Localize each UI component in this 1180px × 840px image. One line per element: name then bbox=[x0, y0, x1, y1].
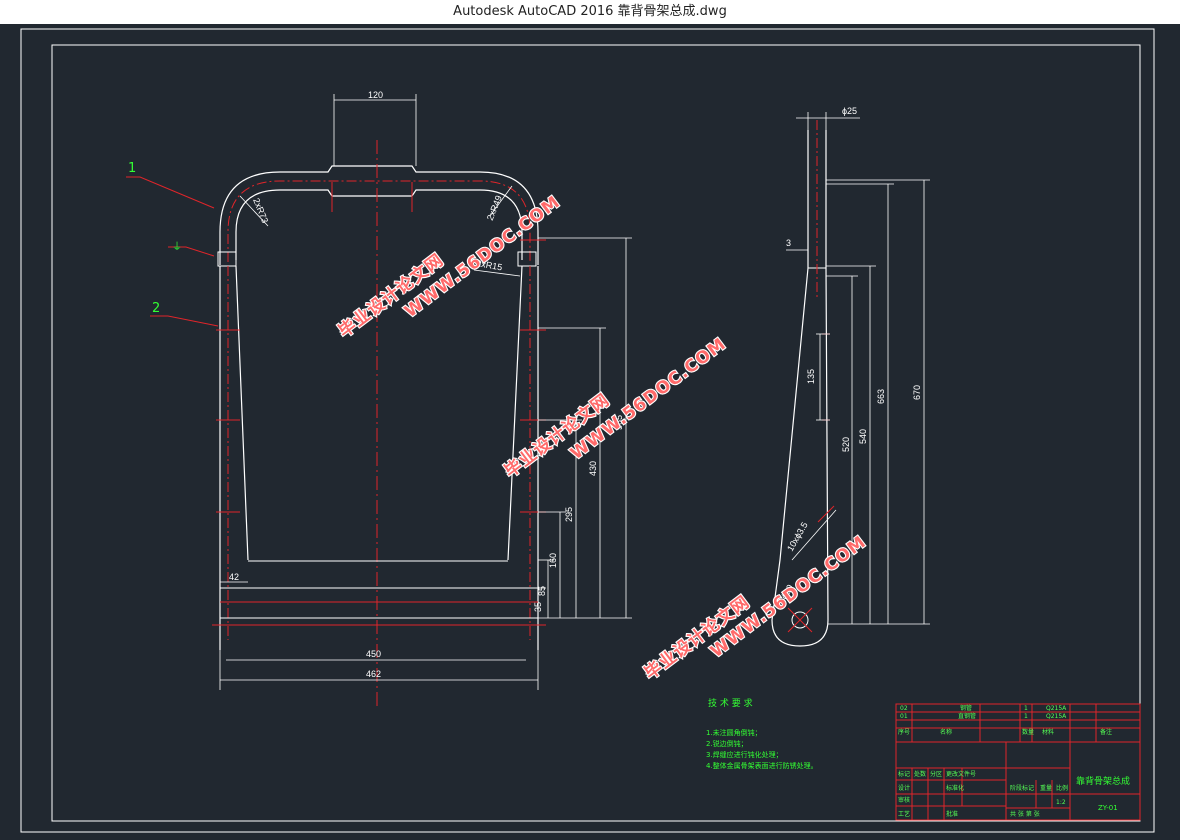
watermark-url-3: WWW.56DOC.COM bbox=[707, 532, 870, 662]
cell-count: 处数 bbox=[914, 770, 926, 778]
cell-change: 更改文件号 bbox=[946, 770, 976, 778]
dim-left-offset: 42 bbox=[229, 572, 239, 582]
weld-symbol: ⏚ bbox=[172, 241, 182, 253]
tech-title: 技 术 要 求 bbox=[708, 697, 753, 709]
right-joint bbox=[517, 251, 537, 267]
row-part-1: 钢管 bbox=[960, 704, 972, 712]
left-joint bbox=[217, 251, 237, 267]
drawing-canvas[interactable]: 120 2xR73 2xR49 2xR15 42 450 462 565 430… bbox=[0, 24, 1180, 840]
row-qty-1: 1 bbox=[1024, 705, 1028, 712]
front-view: 120 2xR73 2xR49 2xR15 42 450 462 565 430… bbox=[126, 90, 632, 710]
dim-width-inner: 450 bbox=[366, 649, 381, 659]
title-block-grid bbox=[895, 703, 1141, 821]
header-qty: 数量 bbox=[1022, 728, 1034, 736]
row-mat-1: Q215A bbox=[1046, 705, 1067, 712]
title-block: 02 钢管 1 Q215A 01 直钢管 1 Q215A 序号 名称 数量 材料… bbox=[895, 703, 1141, 821]
cell-standard: 标准化 bbox=[946, 784, 964, 792]
tech-note-1: 1.未注圆角倒钝； bbox=[706, 728, 762, 737]
dim-top-width: 120 bbox=[368, 90, 383, 100]
dim-h160: 160 bbox=[548, 553, 558, 568]
window-title-bar: Autodesk AutoCAD 2016 靠背骨架总成.dwg bbox=[0, 0, 1180, 24]
side-view: ϕ25 3 135 520 540 663 670 10xϕ3.5 ϕ20 bbox=[771, 106, 930, 647]
hole-marks bbox=[216, 182, 546, 513]
header-mat: 材料 bbox=[1042, 728, 1054, 736]
front-dimension-lines bbox=[219, 94, 632, 690]
cell-approve: 批准 bbox=[946, 810, 958, 818]
balloon-2: 2 bbox=[152, 301, 160, 316]
header-name: 名称 bbox=[940, 728, 952, 736]
technical-requirements: 技 术 要 求 1.未注圆角倒钝； 2.锐边倒钝； 3.焊缝应进行钝化处理； 4… bbox=[706, 697, 818, 770]
tech-note-4: 4.整体金属骨架表面进行防锈处理。 bbox=[706, 761, 818, 770]
dim-h135: 135 bbox=[806, 369, 816, 384]
left-side-tube bbox=[219, 265, 249, 650]
cell-mark: 标记 bbox=[898, 770, 910, 778]
cell-review: 审核 bbox=[898, 796, 910, 804]
dim-h663: 663 bbox=[876, 389, 886, 404]
dim-h35: 35 bbox=[533, 602, 543, 612]
cell-zone: 分区 bbox=[930, 770, 942, 778]
cell-scale: 比例 bbox=[1056, 784, 1068, 792]
cell-process: 工艺 bbox=[898, 810, 910, 818]
tech-note-3: 3.焊缝应进行钝化处理； bbox=[706, 750, 783, 759]
dim-h430: 430 bbox=[588, 461, 598, 476]
balloon-1: 1 bbox=[128, 161, 136, 176]
tech-note-2: 2.锐边倒钝； bbox=[706, 739, 748, 748]
dim-small: 3 bbox=[786, 238, 791, 248]
dim-holes: 10xϕ3.5 bbox=[785, 520, 810, 553]
cell-stage: 阶段标记 bbox=[1010, 784, 1034, 792]
cell-sheets: 共 张 第 张 bbox=[1010, 810, 1040, 818]
dim-h295: 295 bbox=[564, 507, 574, 522]
window-title: Autodesk AutoCAD 2016 靠背骨架总成.dwg bbox=[453, 4, 727, 19]
scale-value: 1:2 bbox=[1056, 799, 1066, 806]
dim-r-right: 2xR49 bbox=[485, 194, 504, 222]
cell-design: 设计 bbox=[898, 784, 910, 792]
row-no-2: 01 bbox=[900, 713, 908, 720]
cell-weight: 重量 bbox=[1040, 784, 1052, 792]
header-note: 备注 bbox=[1100, 728, 1112, 736]
dim-h520: 520 bbox=[841, 437, 851, 452]
row-part-2: 直钢管 bbox=[958, 712, 976, 720]
dim-h540: 540 bbox=[858, 429, 868, 444]
dim-h85: 85 bbox=[537, 586, 547, 596]
row-mat-2: Q215A bbox=[1046, 713, 1067, 720]
dim-h670: 670 bbox=[912, 385, 922, 400]
dim-tube-dia: ϕ25 bbox=[842, 106, 857, 116]
drawing-name: 靠背骨架总成 bbox=[1076, 775, 1130, 787]
header-no: 序号 bbox=[898, 728, 910, 736]
row-no-1: 02 bbox=[900, 705, 908, 712]
dim-width-outer: 462 bbox=[366, 669, 381, 679]
row-qty-2: 1 bbox=[1024, 713, 1028, 720]
cad-drawing: 120 2xR73 2xR49 2xR15 42 450 462 565 430… bbox=[20, 28, 1155, 833]
drawing-code: ZY-01 bbox=[1098, 804, 1118, 812]
